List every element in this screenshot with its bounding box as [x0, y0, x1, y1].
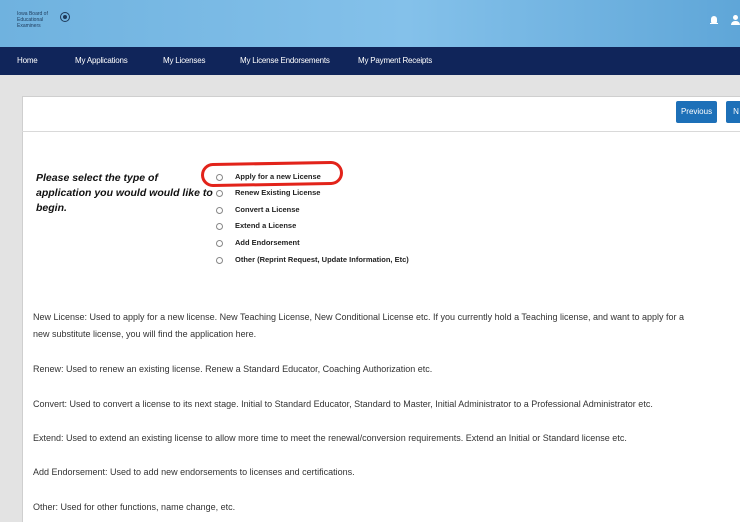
- option-label: Other (Reprint Request, Update Informati…: [235, 255, 409, 264]
- option-label: Renew Existing License: [235, 188, 321, 197]
- application-type-prompt: Please select the type of application yo…: [36, 172, 213, 214]
- main-nav: Home My Applications My Licenses My Lice…: [0, 47, 740, 75]
- nav-my-licenses[interactable]: My Licenses: [163, 56, 205, 65]
- nav-my-payment-receipts[interactable]: My Payment Receipts: [358, 56, 432, 65]
- description-extend: Extend: Used to extend an existing licen…: [33, 433, 627, 443]
- description-other: Other: Used for other functions, name ch…: [33, 502, 236, 512]
- radio-button[interactable]: [216, 257, 223, 264]
- nav-my-applications[interactable]: My Applications: [75, 56, 128, 65]
- brand-line: Examiners: [17, 23, 41, 29]
- nav-home[interactable]: Home: [17, 56, 38, 65]
- top-header-bar: [0, 0, 740, 47]
- brand-logo[interactable]: Iowa Board of Educational Examiners: [17, 11, 57, 29]
- description-convert: Convert: Used to convert a license to it…: [33, 399, 653, 409]
- option-label: Add Endorsement: [235, 238, 300, 247]
- toolbar-divider: [22, 131, 740, 132]
- radio-button[interactable]: [216, 240, 223, 247]
- description-add-endorsement: Add Endorsement: Used to add new endorse…: [33, 467, 355, 477]
- option-label: Extend a License: [235, 221, 297, 230]
- description-new-license: New License: Used to apply for a new lic…: [33, 312, 685, 322]
- description-renew: Renew: Used to renew an existing license…: [33, 364, 433, 374]
- seal-icon: [60, 12, 70, 22]
- user-icon[interactable]: [731, 15, 740, 25]
- nav-my-license-endorsements[interactable]: My License Endorsements: [240, 56, 330, 65]
- next-button[interactable]: N: [726, 101, 740, 123]
- previous-button[interactable]: Previous: [676, 101, 717, 123]
- option-label: Convert a License: [235, 205, 300, 214]
- radio-button[interactable]: [216, 207, 223, 214]
- bell-icon[interactable]: [710, 16, 718, 25]
- description-new-license-cont: new substitute license, you will find th…: [33, 329, 257, 339]
- radio-button[interactable]: [216, 190, 223, 197]
- radio-button[interactable]: [216, 223, 223, 230]
- highlight-annotation: [200, 160, 344, 188]
